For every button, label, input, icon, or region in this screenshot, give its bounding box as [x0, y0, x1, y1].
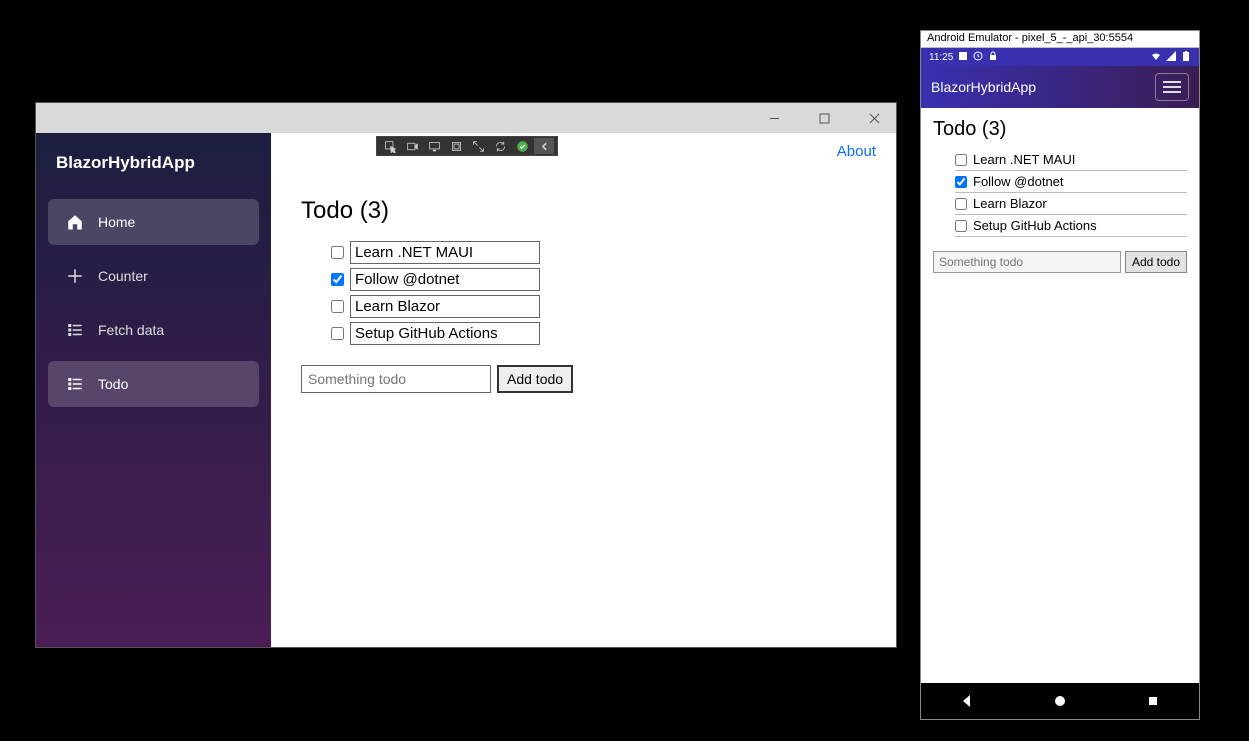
- recents-button[interactable]: [1138, 686, 1168, 716]
- window-titlebar: [36, 103, 896, 133]
- tool-inspect-icon[interactable]: [380, 138, 400, 154]
- sidebar-item-label: Home: [98, 214, 135, 230]
- todo-checkbox[interactable]: [331, 300, 344, 313]
- todo-text-input[interactable]: [350, 241, 540, 264]
- mobile-content: Todo (3) Learn .NET MAUI Follow @dotnet …: [921, 108, 1199, 683]
- todo-item: [331, 239, 866, 266]
- todo-item: Setup GitHub Actions: [955, 215, 1187, 237]
- tool-resize-icon[interactable]: [468, 138, 488, 154]
- todo-list: [301, 239, 866, 347]
- about-link[interactable]: About: [837, 143, 876, 160]
- main-content: About Todo (3): [271, 133, 896, 647]
- sidebar-item-label: Counter: [98, 268, 148, 284]
- signal-icon: [1166, 51, 1176, 64]
- wifi-icon: [1151, 51, 1161, 64]
- list-icon: [66, 375, 84, 393]
- sidebar-item-label: Fetch data: [98, 322, 164, 338]
- tool-frame-icon[interactable]: [446, 138, 466, 154]
- sidebar-item-home[interactable]: Home: [48, 199, 259, 245]
- status-time: 11:25: [929, 52, 953, 63]
- sidebar-item-todo[interactable]: Todo: [48, 361, 259, 407]
- todo-item: Follow @dotnet: [955, 171, 1187, 193]
- maximize-button[interactable]: [808, 103, 840, 133]
- todo-text-input[interactable]: [350, 322, 540, 345]
- tool-camera-icon[interactable]: [402, 138, 422, 154]
- sidebar: BlazorHybridApp Home Counter Fetch data: [36, 133, 271, 647]
- todo-item: [331, 320, 866, 347]
- mobile-topbar: BlazorHybridApp: [921, 66, 1199, 108]
- sidebar-item-label: Todo: [98, 376, 128, 392]
- tool-screen-icon[interactable]: [424, 138, 444, 154]
- battery-icon: [1181, 51, 1191, 64]
- todo-item: Learn .NET MAUI: [955, 149, 1187, 171]
- status-notif-icon: [958, 51, 968, 64]
- emulator-title: Android Emulator - pixel_5_-_api_30:5554: [921, 31, 1199, 48]
- todo-checkbox[interactable]: [331, 327, 344, 340]
- todo-text: Follow @dotnet: [973, 174, 1064, 189]
- sidebar-item-counter[interactable]: Counter: [48, 253, 259, 299]
- todo-text: Learn .NET MAUI: [973, 152, 1075, 167]
- home-icon: [66, 213, 84, 231]
- android-nav-bar: [921, 683, 1199, 719]
- todo-checkbox[interactable]: [955, 154, 967, 166]
- back-button[interactable]: [952, 686, 982, 716]
- android-status-bar: 11:25: [921, 48, 1199, 66]
- dev-toolbar: [376, 136, 558, 156]
- list-icon: [66, 321, 84, 339]
- status-clock-icon: [973, 51, 983, 64]
- todo-text-input[interactable]: [350, 295, 540, 318]
- desktop-window: BlazorHybridApp Home Counter Fetch data: [35, 102, 897, 648]
- tool-sync-icon[interactable]: [490, 138, 510, 154]
- todo-text: Learn Blazor: [973, 196, 1047, 211]
- page-title: Todo (3): [933, 118, 1187, 141]
- todo-checkbox[interactable]: [955, 220, 967, 232]
- add-todo-button[interactable]: Add todo: [1125, 251, 1187, 273]
- mobile-brand: BlazorHybridApp: [931, 79, 1036, 95]
- android-emulator-window: Android Emulator - pixel_5_-_api_30:5554…: [920, 30, 1200, 720]
- tool-collapse-icon[interactable]: [534, 138, 554, 154]
- todo-checkbox[interactable]: [955, 198, 967, 210]
- minimize-button[interactable]: [758, 103, 790, 133]
- todo-checkbox[interactable]: [331, 273, 344, 286]
- todo-item: Learn Blazor: [955, 193, 1187, 215]
- tool-status-ok-icon[interactable]: [512, 138, 532, 154]
- todo-text: Setup GitHub Actions: [973, 218, 1097, 233]
- todo-checkbox[interactable]: [331, 246, 344, 259]
- status-lock-icon: [988, 51, 998, 64]
- new-todo-input[interactable]: [933, 251, 1121, 273]
- todo-text-input[interactable]: [350, 268, 540, 291]
- sidebar-item-fetch-data[interactable]: Fetch data: [48, 307, 259, 353]
- topbar: About: [271, 133, 896, 169]
- add-todo-button[interactable]: Add todo: [497, 365, 573, 393]
- app-brand: BlazorHybridApp: [36, 137, 271, 195]
- page-title: Todo (3): [301, 197, 866, 225]
- new-todo-input[interactable]: [301, 365, 491, 393]
- home-button[interactable]: [1045, 686, 1075, 716]
- menu-toggle-button[interactable]: [1155, 73, 1189, 101]
- todo-item: [331, 293, 866, 320]
- todo-item: [331, 266, 866, 293]
- plus-icon: [66, 267, 84, 285]
- todo-list: Learn .NET MAUI Follow @dotnet Learn Bla…: [933, 149, 1187, 237]
- todo-checkbox[interactable]: [955, 176, 967, 188]
- close-button[interactable]: [858, 103, 890, 133]
